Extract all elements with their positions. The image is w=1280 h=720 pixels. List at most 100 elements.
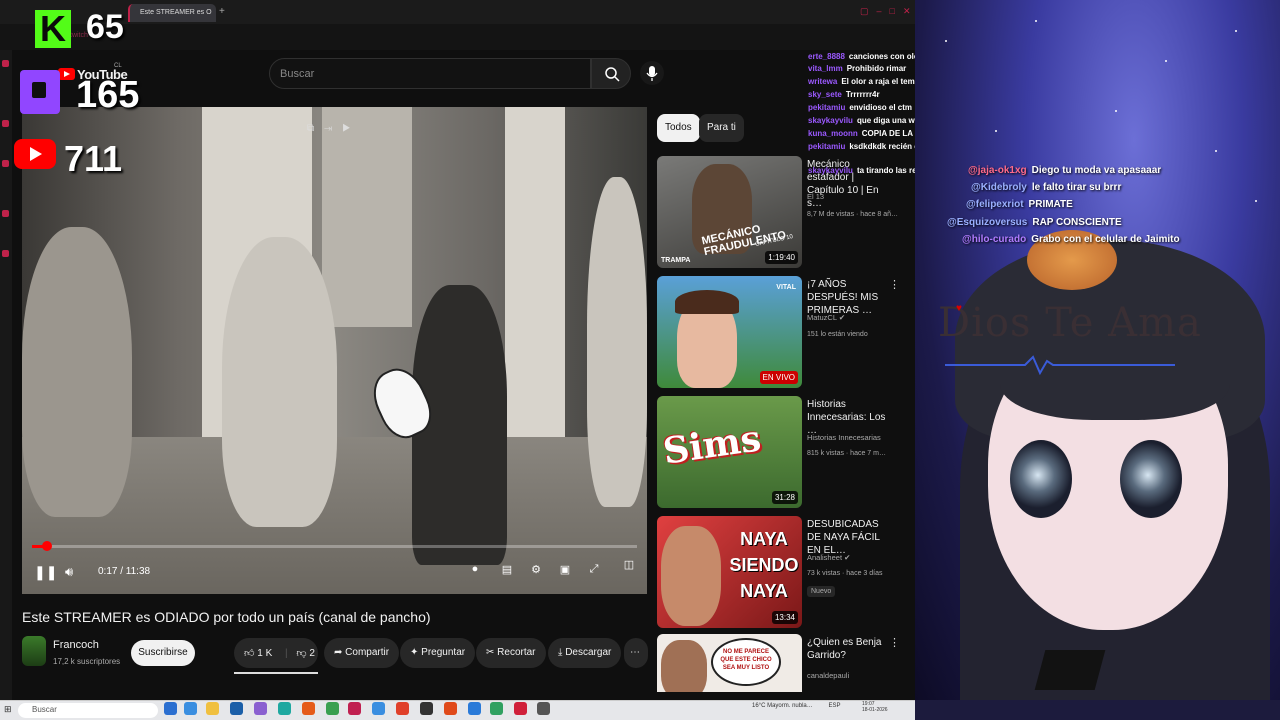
- dislike-button[interactable]: 👎︎ 2: [296, 648, 315, 659]
- voice-search-button[interactable]: [640, 61, 664, 85]
- app-icon[interactable]: [537, 702, 550, 715]
- video-thumbnail[interactable]: NAYA SIENDO NAYA 13:34: [657, 516, 802, 628]
- channel-name[interactable]: Francoch: [53, 639, 99, 651]
- chrome-icon[interactable]: [396, 702, 409, 715]
- progress-scrubber[interactable]: [41, 541, 52, 551]
- app-icon[interactable]: [468, 702, 481, 715]
- recommendation-channel[interactable]: MatuzCL ✔: [807, 313, 845, 322]
- search-button[interactable]: [591, 58, 631, 89]
- more-actions-button[interactable]: ⋯: [624, 638, 648, 668]
- chat-username[interactable]: @jaja-ok1xg: [968, 165, 1027, 176]
- pause-button[interactable]: ❚❚: [34, 564, 57, 581]
- more-options-icon[interactable]: ⋮: [889, 636, 900, 649]
- video-thumbnail[interactable]: NO ME PARECE QUE ESTE CHICO SEA MUY LIST…: [657, 634, 802, 692]
- miniplayer-icon[interactable]: ▣: [555, 563, 575, 580]
- like-button[interactable]: 👍︎ 1 K: [244, 648, 272, 659]
- recommendation-item[interactable]: Sims 31:28 Historias Innecesarias: Los ……: [657, 396, 917, 510]
- recommendation-title[interactable]: Historias Innecesarias: Los …: [807, 398, 887, 437]
- chip-all[interactable]: Todos: [657, 114, 700, 142]
- search-input[interactable]: Buscar: [269, 58, 591, 89]
- video-thumbnail[interactable]: VITAL EN VIVO: [657, 276, 802, 388]
- chat-username[interactable]: skaykayvilu: [808, 166, 853, 175]
- vtuber-tie: [1034, 650, 1106, 690]
- fullscreen-icon[interactable]: ⤢: [584, 563, 604, 580]
- video-player[interactable]: [22, 107, 647, 594]
- volume-icon[interactable]: 🔊︎: [65, 564, 73, 580]
- ask-button[interactable]: ✦ Preguntar: [400, 638, 476, 668]
- sidebar-icon[interactable]: [2, 60, 9, 67]
- recommendation-title[interactable]: ¿Quien es Benja Garrido?: [807, 636, 887, 662]
- app-icon[interactable]: [348, 702, 361, 715]
- clip-button[interactable]: ✂ Recortar: [476, 638, 546, 668]
- sidebar-icon[interactable]: [2, 160, 9, 167]
- share-icon: ➦: [334, 647, 343, 658]
- recommendation-item[interactable]: VITAL EN VIVO ¡7 AÑOS DESPUÉS! MIS PRIME…: [657, 276, 917, 390]
- chat-username[interactable]: pekitamiu: [808, 103, 845, 112]
- weather-widget[interactable]: 16°C Mayorm. nubla… ESP: [752, 703, 840, 709]
- edge-icon[interactable]: [184, 702, 197, 715]
- player-top-icons[interactable]: ⧉⇥▶: [307, 123, 360, 134]
- chat-username[interactable]: skaykayvilu: [808, 116, 853, 125]
- chat-username[interactable]: sky_sete: [808, 90, 842, 99]
- app-icon[interactable]: [326, 702, 339, 715]
- recommendation-title[interactable]: ¡7 AÑOS DESPUÉS! MIS PRIMERAS …: [807, 278, 887, 317]
- start-button[interactable]: ⊞: [4, 704, 12, 715]
- taskbar-search-input[interactable]: Buscar: [18, 703, 158, 718]
- recommendation-title[interactable]: DESUBICADAS DE NAYA FÁCIL EN EL…: [807, 518, 887, 557]
- theater-mode-icon[interactable]: ◫: [619, 558, 639, 575]
- progress-bar[interactable]: [32, 545, 637, 548]
- new-badge: Nuevo: [807, 586, 836, 597]
- video-thumbnail[interactable]: Sims 31:28: [657, 396, 802, 508]
- recommendation-item[interactable]: NAYA SIENDO NAYA 13:34 DESUBICADAS DE NA…: [657, 516, 917, 630]
- chat-username[interactable]: vita_lmm: [808, 64, 843, 73]
- app-icon[interactable]: [490, 702, 503, 715]
- video-thumbnail[interactable]: MECÁNICO FRAUDULENTO CAPÍTULO 10 TRAMPA …: [657, 156, 802, 268]
- subtitles-icon[interactable]: ▤: [497, 563, 517, 580]
- opera-icon[interactable]: [514, 702, 527, 715]
- sidebar-icon[interactable]: [2, 120, 9, 127]
- subscribe-button[interactable]: Suscribirse: [131, 640, 195, 666]
- chat-username[interactable]: kuna_moonn: [808, 129, 858, 138]
- address-bar[interactable]: [0, 24, 915, 50]
- chat-username[interactable]: @Kidebroly: [971, 182, 1027, 193]
- app-icon[interactable]: [302, 702, 315, 715]
- share-button[interactable]: ➦ Compartir: [324, 638, 400, 668]
- overlay-chat-message: @felipexriot PRIMATE: [966, 199, 1073, 210]
- new-tab-button[interactable]: +: [219, 6, 225, 17]
- sidebar-icon[interactable]: [2, 250, 9, 257]
- verified-icon: ✔: [844, 553, 851, 562]
- recommendation-channel[interactable]: Historias Innecesarias: [807, 433, 881, 442]
- chat-username[interactable]: erte_8888: [808, 52, 845, 61]
- clip-label: Recortar: [497, 647, 536, 658]
- chat-username[interactable]: @felipexriot: [966, 199, 1024, 210]
- more-options-icon[interactable]: ⋮: [889, 278, 900, 291]
- settings-gear-icon[interactable]: ⚙: [526, 563, 546, 580]
- chat-username[interactable]: pekitamiu: [808, 142, 845, 151]
- app-icon[interactable]: [444, 702, 457, 715]
- chat-username[interactable]: writewa: [808, 77, 837, 86]
- language-indicator[interactable]: ESP: [828, 703, 840, 709]
- sidebar-icon[interactable]: [2, 210, 9, 217]
- chip-for-you[interactable]: Para ti: [699, 114, 744, 142]
- window-controls[interactable]: ▢–□✕: [860, 6, 919, 17]
- app-icon[interactable]: [372, 702, 385, 715]
- download-button[interactable]: ⤓ Descargar: [548, 638, 622, 668]
- youtube-play-icon: [58, 68, 75, 80]
- browser-tab[interactable]: Este STREAMER es O: [128, 4, 216, 22]
- app-icon[interactable]: [254, 702, 267, 715]
- recommendation-channel[interactable]: canaldepauli: [807, 671, 849, 680]
- file-explorer-icon[interactable]: [206, 702, 219, 715]
- recommendation-channel[interactable]: El 13: [807, 192, 824, 201]
- app-icon[interactable]: [420, 702, 433, 715]
- system-clock[interactable]: 19:07 18-01-2026: [862, 701, 888, 713]
- chat-text: Grabo con el celular de Jaimito: [1031, 234, 1180, 245]
- task-view-icon[interactable]: [164, 702, 177, 715]
- channel-avatar[interactable]: [22, 636, 46, 666]
- recommendation-channel[interactable]: Analisheet ✔: [807, 553, 850, 562]
- recommendation-item[interactable]: NO ME PARECE QUE ESTE CHICO SEA MUY LIST…: [657, 634, 917, 692]
- app-icon[interactable]: [278, 702, 291, 715]
- chat-username[interactable]: @Esquizoversus: [947, 217, 1027, 228]
- chat-username[interactable]: @hilo-curado: [962, 234, 1026, 245]
- autoplay-toggle[interactable]: ●: [465, 563, 485, 580]
- vscode-icon[interactable]: [230, 702, 243, 715]
